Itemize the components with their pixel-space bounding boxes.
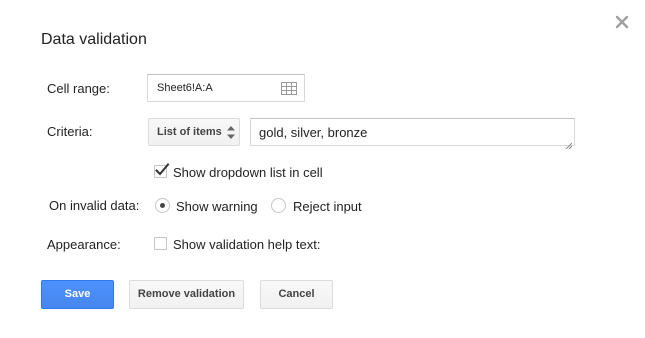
close-icon[interactable] [612, 12, 632, 32]
show-dropdown-checkbox[interactable] [154, 162, 170, 178]
help-text-checkbox[interactable] [154, 237, 167, 250]
cell-range-input[interactable]: Sheet6!A:A [147, 74, 305, 102]
show-warning-label[interactable]: Show warning [176, 199, 258, 214]
show-warning-radio[interactable] [155, 198, 170, 213]
help-text-label[interactable]: Show validation help text: [173, 237, 320, 252]
grid-select-range-icon[interactable] [281, 82, 297, 95]
criteria-items-input[interactable]: gold, silver, bronze [250, 118, 575, 150]
reject-input-radio[interactable] [271, 198, 286, 213]
on-invalid-label: On invalid data: [49, 198, 140, 213]
up-down-arrows-icon [227, 126, 235, 139]
data-validation-dialog: Data validation Cell range: Sheet6!A:A C… [0, 0, 645, 338]
dialog-title: Data validation [41, 31, 147, 48]
show-dropdown-label[interactable]: Show dropdown list in cell [173, 165, 323, 180]
cancel-button[interactable]: Cancel [260, 280, 333, 309]
save-button[interactable]: Save [41, 280, 114, 309]
appearance-label: Appearance: [47, 237, 121, 252]
reject-input-label[interactable]: Reject input [293, 199, 362, 214]
criteria-label: Criteria: [47, 124, 93, 139]
criteria-items-value: gold, silver, bronze [259, 125, 368, 140]
radio-selected-dot [160, 203, 165, 208]
remove-validation-button[interactable]: Remove validation [129, 280, 244, 309]
resize-grip-icon[interactable] [565, 136, 573, 150]
criteria-type-value: List of items [157, 126, 222, 138]
cell-range-value: Sheet6!A:A [157, 82, 213, 94]
criteria-type-select[interactable]: List of items [148, 118, 240, 146]
cell-range-label: Cell range: [47, 81, 110, 96]
checkmark-icon [154, 162, 170, 178]
